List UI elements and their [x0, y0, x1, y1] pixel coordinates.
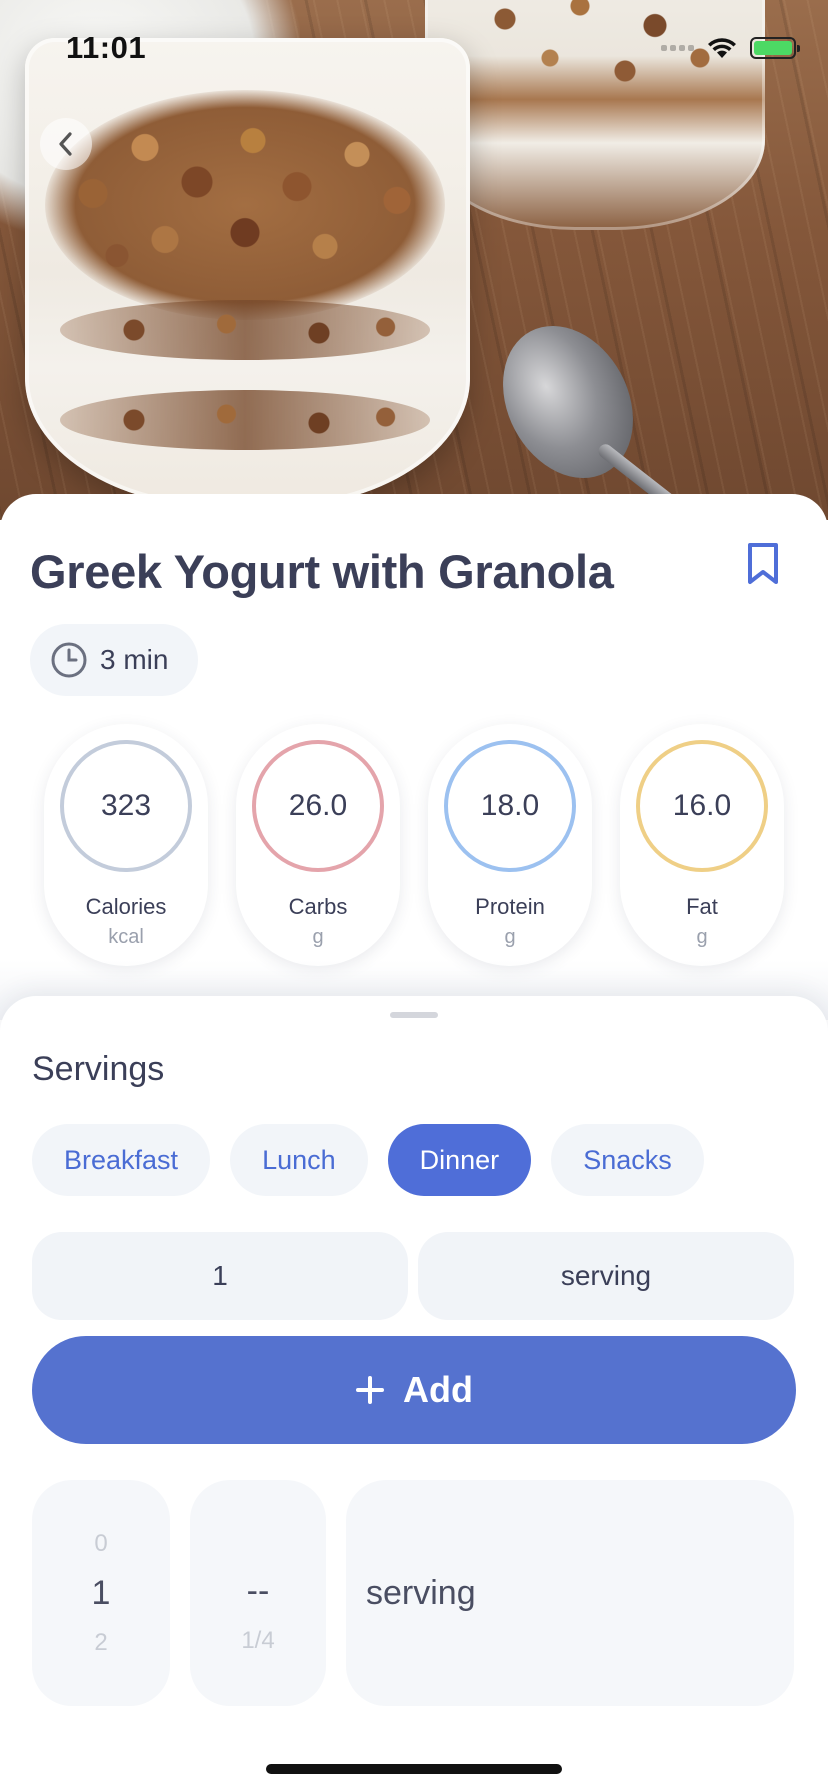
clock-icon: [51, 642, 87, 678]
nutrient-value: 16.0: [672, 789, 732, 822]
servings-sheet: Servings Breakfast Lunch Dinner Snacks 1…: [0, 996, 828, 1792]
meal-chip-snacks[interactable]: Snacks: [551, 1124, 704, 1196]
quantity-row: 1 serving: [32, 1232, 794, 1320]
unit-wheel[interactable]: serving: [346, 1480, 794, 1706]
battery-icon: [750, 37, 800, 59]
sheet-grabber[interactable]: [390, 1012, 438, 1018]
nutrient-label: Fat: [686, 894, 718, 919]
nutrient-calories: 323 Calories kcal: [44, 724, 208, 966]
nutrient-unit: g: [696, 926, 708, 948]
wheel-selected[interactable]: --: [247, 1572, 270, 1611]
meal-chip-dinner[interactable]: Dinner: [387, 1124, 532, 1196]
photo-granola: [45, 90, 445, 320]
wheel-selected[interactable]: 1: [92, 1574, 111, 1613]
unit-field[interactable]: serving: [418, 1232, 794, 1320]
nutrient-fat: 16.0 Fat g: [620, 724, 784, 966]
whole-number-wheel[interactable]: 0 1 2: [32, 1480, 170, 1706]
meal-chip-lunch[interactable]: Lunch: [230, 1124, 368, 1196]
bookmark-icon[interactable]: [746, 542, 780, 586]
wifi-icon: [708, 38, 736, 58]
wheel-option[interactable]: 1/4: [241, 1627, 274, 1655]
nutrient-carbs: 26.0 Carbs g: [236, 724, 400, 966]
nutrient-ring: 26.0: [252, 740, 384, 872]
prep-time-badge: 3 min: [30, 624, 198, 696]
servings-title: Servings: [32, 1050, 165, 1088]
nutrient-unit: g: [504, 926, 516, 948]
fraction-wheel[interactable]: -- 1/4: [190, 1480, 326, 1706]
nutrient-protein: 18.0 Protein g: [428, 724, 592, 966]
prep-time-label: 3 min: [100, 644, 169, 675]
nutrient-unit: g: [312, 926, 324, 948]
nutrient-summary: 323 Calories kcal 26.0 Carbs g 18.0 Prot…: [44, 724, 784, 966]
back-button[interactable]: [40, 118, 92, 170]
photo-back-glass: [425, 0, 765, 230]
recipe-detail-card: Greek Yogurt with Granola 3 min 323 Calo…: [0, 494, 828, 1014]
photo-granola-layer: [60, 300, 430, 360]
nutrient-unit: kcal: [108, 926, 144, 948]
quantity-field[interactable]: 1: [32, 1232, 408, 1320]
wheel-option[interactable]: 2: [94, 1629, 107, 1657]
home-indicator[interactable]: [266, 1764, 562, 1774]
status-icons: [661, 36, 800, 60]
recipe-photo: [0, 0, 828, 520]
recipe-title: Greek Yogurt with Granola: [30, 545, 614, 598]
nutrient-value: 18.0: [480, 789, 540, 822]
photo-granola-layer: [60, 390, 430, 450]
status-time: 11:01: [66, 30, 147, 65]
cellular-signal-icon: [661, 45, 694, 51]
wheel-option[interactable]: 0: [94, 1530, 107, 1558]
nutrient-ring: 323: [60, 740, 192, 872]
nutrient-label: Calories: [85, 894, 167, 919]
nutrient-ring: 16.0: [636, 740, 768, 872]
nutrient-value: 323: [100, 789, 152, 822]
nutrient-ring: 18.0: [444, 740, 576, 872]
nutrient-label: Carbs: [288, 894, 348, 919]
add-button[interactable]: Add: [32, 1336, 796, 1444]
nutrient-label: Protein: [475, 894, 545, 919]
meal-chip-breakfast[interactable]: Breakfast: [32, 1124, 211, 1196]
wheel-selected[interactable]: serving: [366, 1574, 476, 1613]
add-button-label: Add: [403, 1369, 473, 1410]
quantity-picker: 0 1 2 -- 1/4 serving: [32, 1480, 794, 1706]
nutrient-value: 26.0: [288, 789, 348, 822]
chevron-left-icon: [59, 132, 72, 156]
meal-selector: Breakfast Lunch Dinner Snacks: [32, 1124, 704, 1196]
plus-icon: [356, 1376, 384, 1404]
